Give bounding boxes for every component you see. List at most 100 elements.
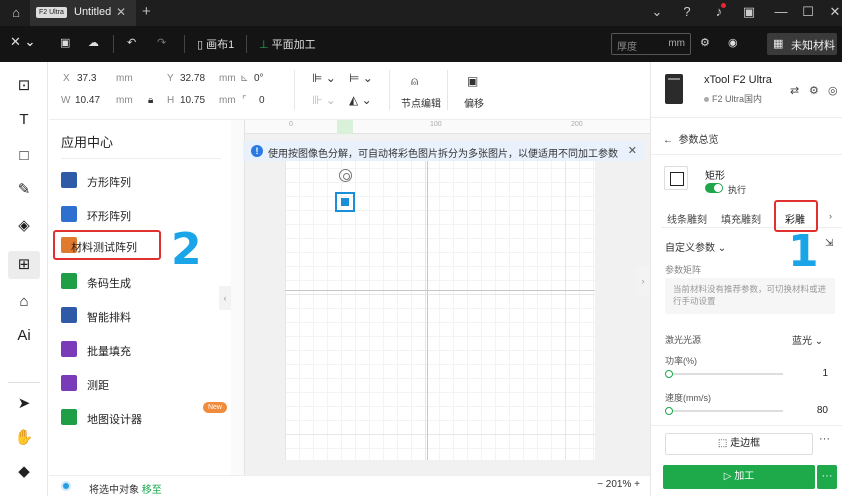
hand-pan-icon[interactable]: ✋	[14, 428, 34, 448]
w-input[interactable]: 10.47	[75, 95, 100, 106]
switch-device-icon[interactable]: ⇄	[790, 84, 799, 97]
distribute-icon[interactable]: ⊨ ⌄	[349, 71, 373, 85]
circular-array-icon	[61, 206, 77, 222]
laser-source-value: 蓝光	[792, 336, 812, 347]
app-material-test-array[interactable]: 材料测试阵列	[53, 230, 161, 260]
add-image-icon[interactable]: ⊡	[14, 76, 34, 96]
collapse-left-panel-button[interactable]: ‹	[219, 286, 231, 310]
corner-radius-input[interactable]: 0	[259, 95, 265, 106]
cloud-icon[interactable]: ☁	[88, 36, 99, 49]
pen-tool-icon[interactable]: ✎	[14, 180, 34, 200]
panel-divider	[651, 154, 842, 155]
y-input[interactable]: 32.78	[180, 73, 205, 84]
selected-rectangle-object[interactable]	[335, 192, 355, 212]
arrange-icon[interactable]: ⊪ ⌄	[312, 93, 336, 107]
camera-icon[interactable]: ◉	[728, 36, 738, 49]
app-smart-nesting[interactable]: 智能排料	[61, 304, 219, 328]
flip-icon[interactable]: ◭ ⌄	[349, 93, 372, 107]
custom-params-label: 自定义参数	[665, 243, 715, 254]
app-distance-measure[interactable]: 测距	[61, 372, 219, 396]
x-unit: mm	[116, 73, 133, 84]
power-value[interactable]: 1	[822, 368, 828, 379]
banner-text: 使用按图像色分解，可自动将彩色图片拆分为多张图片，以便适用不同加工参数	[268, 149, 618, 160]
material-button[interactable]: ▦ 未知材料	[767, 33, 837, 55]
new-tab-button[interactable]: +	[142, 3, 151, 20]
apps-icon[interactable]: ⊞	[14, 255, 34, 275]
tab-fill-engrave[interactable]: 填充雕刻	[721, 211, 761, 226]
elements-icon[interactable]: ◈	[14, 216, 34, 236]
shape-tool-icon[interactable]: □	[14, 146, 34, 166]
device-settings-icon[interactable]: ⚙	[809, 84, 819, 97]
speed-value[interactable]: 80	[817, 405, 828, 416]
material-library-icon[interactable]: ⌂	[14, 292, 34, 312]
nesting-icon	[61, 307, 77, 323]
custom-params-dropdown[interactable]: 自定义参数 ⌄	[665, 239, 726, 254]
help-icon[interactable]: ?	[678, 4, 696, 19]
zoom-control[interactable]: − 201% +	[597, 479, 640, 490]
back-to-overview[interactable]: ← 参数总览	[663, 131, 719, 146]
maximize-icon[interactable]: ☐	[799, 4, 817, 20]
frame-button[interactable]: ⬚ 走边框	[665, 433, 813, 455]
tab-line-engrave[interactable]: 线条雕刻	[667, 211, 707, 226]
minimize-icon[interactable]: —	[772, 4, 790, 19]
collapse-right-panel-button[interactable]: ›	[636, 266, 650, 296]
chevron-down-icon[interactable]: ⌄	[648, 4, 666, 20]
laser-source-select[interactable]: 蓝光 ⌄	[792, 332, 823, 347]
offset-label[interactable]: 偏移	[464, 95, 484, 110]
device-connection[interactable]: F2 Ultra国内	[704, 92, 762, 105]
document-tab[interactable]: F2 Ultra Untitled ✕	[30, 0, 136, 26]
ai-tool-icon[interactable]: Ai	[14, 326, 34, 346]
app-batch-fill[interactable]: 批量填充	[61, 338, 219, 362]
tabs-scroll-right-icon[interactable]: ›	[829, 211, 832, 221]
start-process-button[interactable]: ▷ 加工	[663, 465, 815, 489]
tab-close-icon[interactable]: ✕	[116, 5, 126, 19]
rotate-handle-icon[interactable]	[339, 169, 352, 182]
x-input[interactable]: 37.3	[77, 73, 96, 84]
power-label: 功率(%)	[665, 356, 697, 366]
redo-icon[interactable]: ↷	[157, 36, 166, 49]
speed-slider[interactable]	[665, 407, 783, 415]
status-move-link[interactable]: 移至	[142, 485, 162, 496]
h-input[interactable]: 10.75	[180, 95, 205, 106]
select-cursor-icon[interactable]: ➤	[14, 394, 34, 414]
undo-icon[interactable]: ↶	[127, 36, 136, 49]
thickness-input[interactable]: 厚度 mm	[611, 33, 691, 55]
chat-icon[interactable]: ▣	[740, 4, 758, 20]
properties-bar: X 37.3 mm Y 32.78 mm ⊾ 0° W 10.47 mm 🔒︎ …	[49, 62, 650, 120]
laser-mode-icon: ⊥	[259, 39, 269, 51]
banner-close-icon[interactable]: ✕	[628, 144, 637, 157]
toolbar-divider	[246, 35, 247, 53]
auto-measure-icon[interactable]: ⚙	[700, 36, 710, 49]
power-slider[interactable]	[665, 370, 783, 378]
mode-selector[interactable]: ⊥ 平面加工	[259, 36, 316, 52]
frame-more-button[interactable]: ···	[819, 433, 830, 445]
align-icon[interactable]: ⊫ ⌄	[312, 71, 336, 85]
design-canvas[interactable]: 0 100 200	[231, 120, 650, 475]
node-edit-label[interactable]: 节点编辑	[401, 95, 441, 110]
lock-ratio-icon[interactable]: 🔒︎	[148, 95, 153, 106]
text-tool-icon[interactable]: T	[14, 110, 34, 130]
close-window-icon[interactable]: ✕	[826, 4, 842, 20]
speed-slider-knob[interactable]	[665, 407, 673, 415]
home-icon[interactable]: ⌂	[8, 5, 24, 21]
ruler-selection-marker	[337, 120, 353, 134]
angle-input[interactable]: 0°	[254, 73, 264, 84]
execute-toggle[interactable]	[705, 183, 723, 193]
app-center-title: 应用中心	[61, 135, 114, 150]
no-recommended-params-hint: 当前材料没有推荐参数，可切换材料或进行手动设置	[665, 278, 835, 314]
export-params-icon[interactable]: ⇲	[825, 238, 833, 249]
work-area-grid[interactable]	[285, 154, 595, 460]
barcode-icon	[61, 273, 77, 289]
power-slider-knob[interactable]	[665, 370, 673, 378]
app-map-designer[interactable]: 地图设计器 New	[61, 402, 227, 430]
app-label: 智能排料	[87, 312, 131, 324]
layers-icon[interactable]: ◆	[14, 462, 34, 482]
offset-icon[interactable]: ▣	[467, 74, 478, 88]
node-edit-icon[interactable]: ⍝	[411, 74, 418, 89]
app-square-array[interactable]: 方形阵列	[61, 169, 219, 193]
device-more-icon[interactable]: ◎	[828, 84, 838, 97]
canvas-selector[interactable]: ▯ 画布1	[197, 36, 234, 52]
app-menu-button[interactable]: ✕ ⌄	[10, 34, 35, 50]
save-icon[interactable]: ▣	[60, 36, 70, 49]
process-more-button[interactable]: ···	[817, 465, 837, 489]
